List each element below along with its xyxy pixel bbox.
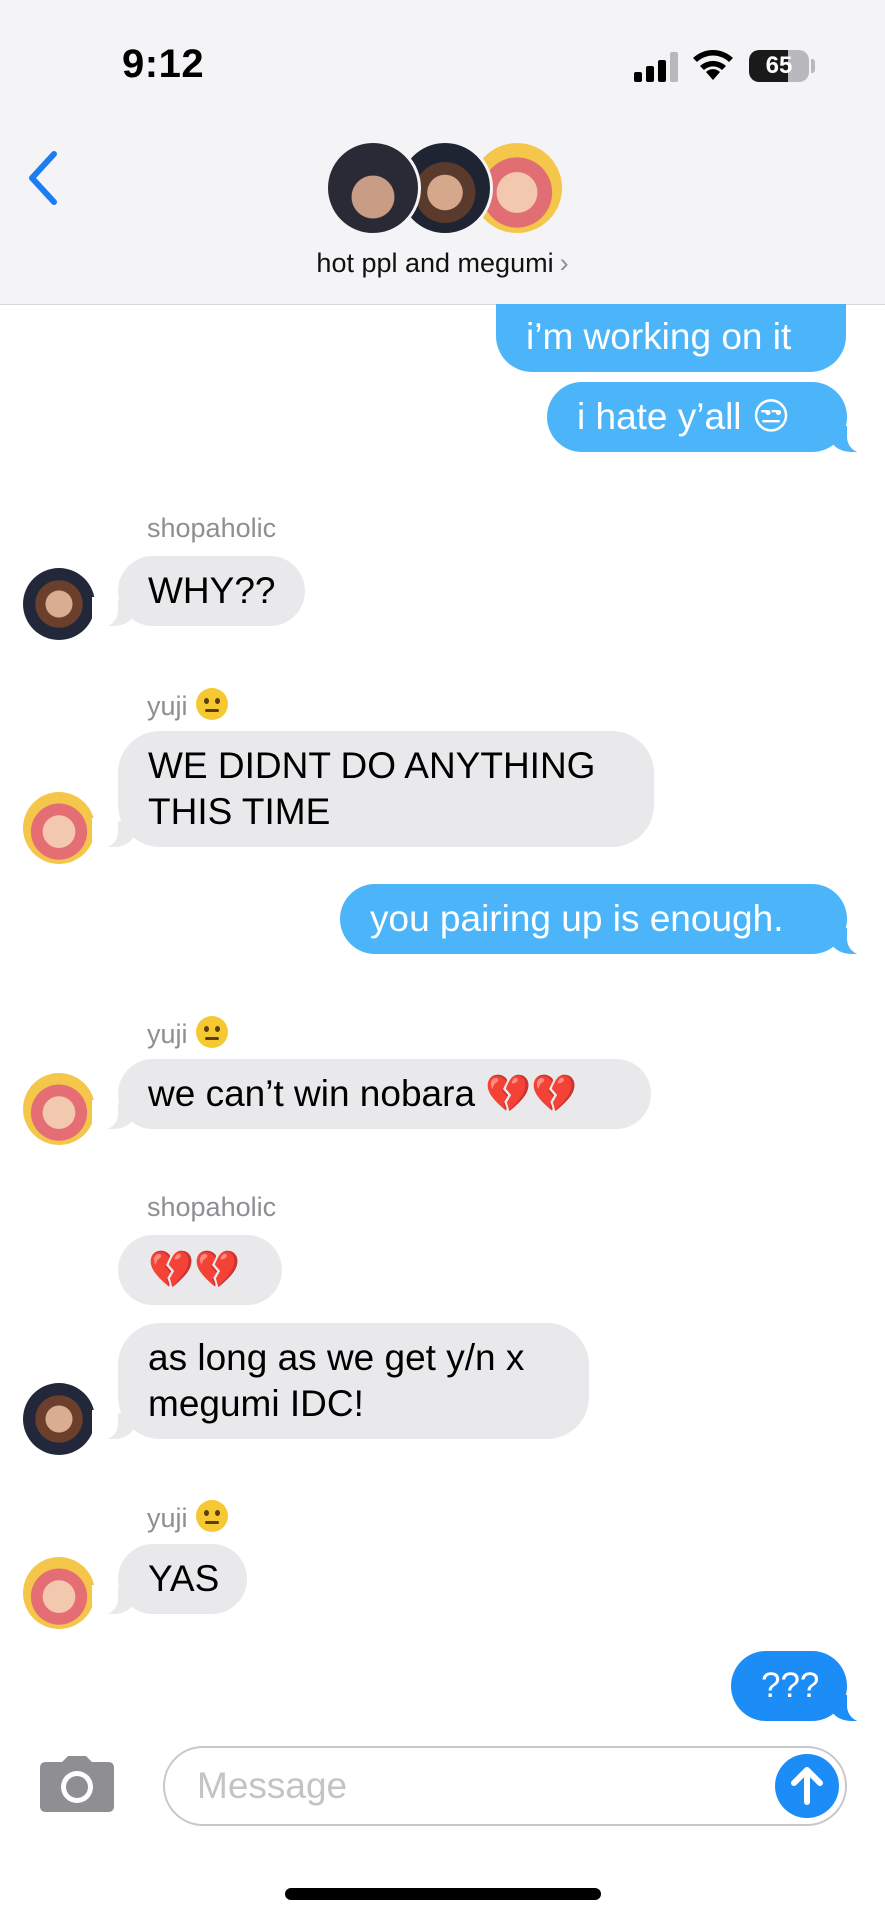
message-bubble-incoming[interactable]: WE DIDNT DO ANYTHING THIS TIME	[92, 731, 654, 848]
avatar[interactable]	[23, 568, 95, 640]
camera-icon[interactable]	[40, 1756, 114, 1812]
sender-name: yuji	[147, 1016, 228, 1050]
message-text: 💔💔	[148, 1249, 241, 1290]
avatar[interactable]	[23, 1073, 95, 1145]
sender-name: yuji	[147, 688, 228, 722]
message-bubble-outgoing[interactable]: ???	[731, 1651, 873, 1722]
message-bubble-outgoing[interactable]: you pairing up is enough.	[340, 884, 873, 955]
message-text: we can’t win nobara 💔💔	[148, 1073, 578, 1114]
status-time: 9:12	[122, 42, 205, 86]
message-text: i hate y’all 😒	[577, 396, 791, 437]
sender-name: shopaholic	[147, 1192, 277, 1222]
avatar[interactable]	[23, 1557, 95, 1629]
message-text: i’m working on it	[526, 316, 792, 357]
home-indicator[interactable]	[285, 1888, 601, 1900]
message-bubble-incoming[interactable]: as long as we get y/n x megumi IDC!	[92, 1323, 589, 1440]
message-text: WE DIDNT DO ANYTHING	[148, 745, 596, 786]
conversation-header: 9:12 65 hot ppl and megumi ›	[0, 0, 885, 305]
sender-name: shopaholic	[147, 513, 277, 543]
battery-percent: 65	[765, 52, 793, 79]
message-input-container[interactable]	[163, 1746, 847, 1826]
message-text: WHY??	[148, 570, 276, 611]
chevron-right-icon: ›	[559, 248, 569, 278]
message-text: ???	[761, 1666, 820, 1705]
chevron-left-icon[interactable]	[22, 148, 66, 208]
sender-label: yuji	[147, 1019, 188, 1049]
cellular-signal-icon	[634, 52, 678, 82]
send-button[interactable]	[775, 1754, 839, 1818]
message-text: YAS	[148, 1558, 220, 1599]
message-text: megumi IDC!	[148, 1383, 364, 1424]
message-bubble-incoming[interactable]: we can’t win nobara 💔💔	[92, 1059, 651, 1130]
message-bubble-outgoing[interactable]: i hate y’all 😒	[547, 382, 873, 453]
sender-name: yuji	[147, 1500, 228, 1534]
message-text: you pairing up is enough.	[370, 898, 784, 939]
message-input[interactable]	[197, 1748, 757, 1824]
battery-indicator: 65	[749, 50, 809, 82]
avatar	[325, 140, 421, 236]
group-name: hot ppl and megumi	[316, 248, 554, 278]
wifi-icon	[693, 50, 733, 80]
battery-nub	[811, 59, 815, 73]
neutral-face-icon	[195, 688, 228, 720]
message-bubble-outgoing[interactable]: i’m working on it	[496, 304, 846, 372]
sender-label: yuji	[147, 1503, 188, 1533]
message-bubble-incoming[interactable]: YAS	[92, 1544, 247, 1615]
sender-label: yuji	[147, 691, 188, 721]
avatar[interactable]	[23, 792, 95, 864]
group-name-button[interactable]: hot ppl and megumi ›	[0, 248, 885, 279]
message-text: THIS TIME	[148, 791, 331, 832]
group-avatars[interactable]	[325, 140, 565, 240]
avatar[interactable]	[23, 1383, 95, 1455]
arrow-up-icon	[791, 1767, 823, 1805]
neutral-face-icon	[195, 1500, 228, 1532]
message-bubble-incoming[interactable]: 💔💔	[118, 1235, 282, 1305]
neutral-face-icon	[195, 1016, 228, 1048]
message-bubble-incoming[interactable]: WHY??	[92, 556, 305, 627]
message-text: as long as we get y/n x	[148, 1337, 525, 1378]
